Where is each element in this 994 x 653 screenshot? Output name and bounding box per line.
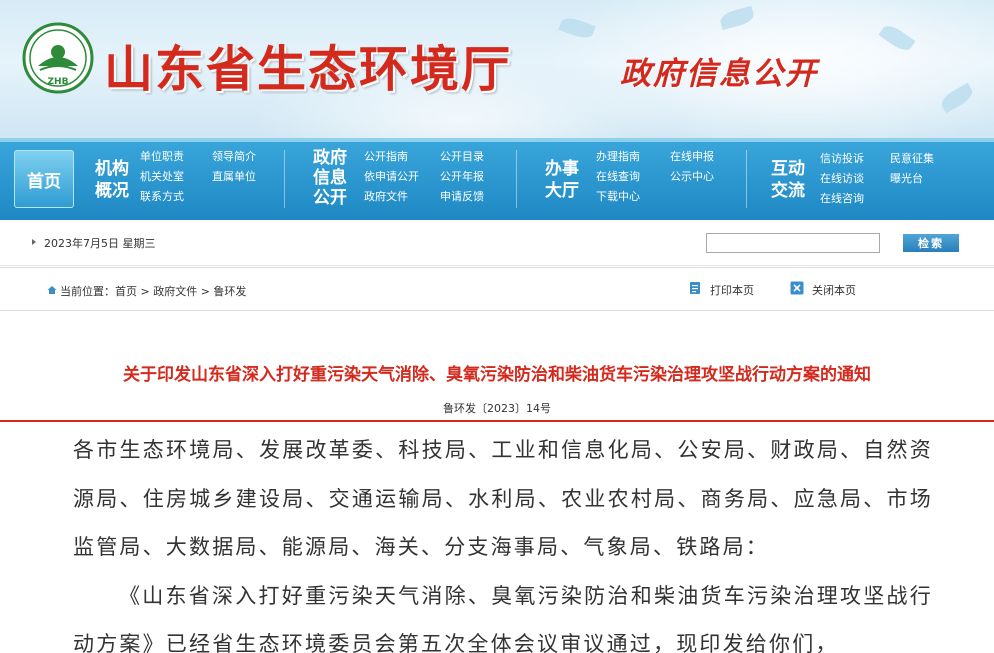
home-icon	[47, 286, 57, 294]
nav-link-feedback[interactable]: 申请反馈	[440, 190, 484, 204]
nav-link-how-to[interactable]: 办理指南	[596, 150, 640, 164]
print-icon[interactable]	[688, 281, 702, 295]
nav-group-org-line1: 机构	[95, 159, 129, 179]
nav-group-org-title[interactable]: 机构 概况	[92, 158, 132, 202]
nav-link-exposure[interactable]: 曝光台	[890, 172, 923, 186]
title-divider	[0, 420, 994, 422]
nav-link-online-query[interactable]: 在线查询	[596, 170, 640, 184]
nav-link-complaints[interactable]: 信访投诉	[820, 152, 864, 166]
print-page-link[interactable]: 打印本页	[710, 282, 754, 298]
nav-link-notices[interactable]: 公示中心	[670, 170, 714, 184]
nav-group-org-line2: 概况	[95, 181, 129, 201]
site-title: 山东省生态环境厅	[104, 40, 513, 98]
breadcrumb-bar: 当前位置：首页 > 政府文件 > 鲁环发 打印本页 关闭本页	[0, 267, 994, 311]
nav-link-consult[interactable]: 在线咨询	[820, 192, 864, 206]
document-title: 关于印发山东省深入打好重污染天气消除、臭氧污染防治和柴油货车污染治理攻坚战行动方…	[123, 365, 871, 385]
date-arrow-icon	[32, 239, 36, 245]
nav-link-catalog[interactable]: 公开目录	[440, 150, 484, 164]
date-search-bar: 2023年7月5日 星期三 检索	[0, 220, 994, 266]
nav-link-duties[interactable]: 单位职责	[140, 150, 184, 164]
body-paragraph-recipients: 各市生态环境局、发展改革委、科技局、工业和信息化局、公安局、财政局、自然资源局、…	[73, 438, 933, 559]
nav-link-annual-report[interactable]: 公开年报	[440, 170, 484, 184]
nav-group-gov-title[interactable]: 政府 信息 公开	[310, 148, 350, 208]
search-input[interactable]	[706, 233, 880, 253]
breadcrumb[interactable]: 当前位置：首页 > 政府文件 > 鲁环发	[60, 283, 246, 299]
nav-group-interact-title[interactable]: 互动 交流	[768, 158, 808, 202]
body-paragraph-notice: 《山东省深入打好重污染天气消除、臭氧污染防治和柴油货车污染治理攻坚战行动方案》已…	[73, 583, 933, 653]
zhb-logo: ZHB	[22, 22, 94, 94]
document-number: 鲁环发〔2023〕14号	[443, 402, 551, 415]
current-date: 2023年7月5日 星期三	[44, 237, 156, 250]
nav-link-opinions[interactable]: 民意征集	[890, 152, 934, 166]
nav-link-guide[interactable]: 公开指南	[364, 150, 408, 164]
nav-link-leaders[interactable]: 领导简介	[212, 150, 256, 164]
gov-info-title: 政府信息公开	[620, 56, 818, 92]
page-root: ZHB 山东省生态环境厅 政府信息公开 首页 机构 概况 单位职责 领导简介 机关…	[0, 0, 994, 653]
close-icon[interactable]	[790, 281, 804, 295]
nav-link-online-apply[interactable]: 在线申报	[670, 150, 714, 164]
site-banner: ZHB 山东省生态环境厅 政府信息公开	[0, 0, 994, 138]
nav-link-gov-docs[interactable]: 政府文件	[364, 190, 408, 204]
nav-link-apply[interactable]: 依申请公开	[364, 170, 419, 184]
main-nav: 首页 机构 概况 单位职责 领导简介 机关处室 直属单位 联系方式 政府 信息 公开 …	[0, 138, 994, 220]
nav-home-button[interactable]: 首页	[14, 150, 74, 208]
nav-link-offices[interactable]: 机关处室	[140, 170, 184, 184]
nav-link-interviews[interactable]: 在线访谈	[820, 172, 864, 186]
nav-link-downloads[interactable]: 下载中心	[596, 190, 640, 204]
nav-link-contact[interactable]: 联系方式	[140, 190, 184, 204]
close-page-link[interactable]: 关闭本页	[812, 282, 856, 298]
document-body: 各市生态环境局、发展改革委、科技局、工业和信息化局、公安局、财政局、自然资源局、…	[73, 426, 933, 653]
logo-text: ZHB	[48, 77, 69, 87]
nav-group-service-title[interactable]: 办事 大厅	[542, 158, 582, 202]
nav-link-units[interactable]: 直属单位	[212, 170, 256, 184]
search-button[interactable]: 检索	[903, 234, 959, 252]
